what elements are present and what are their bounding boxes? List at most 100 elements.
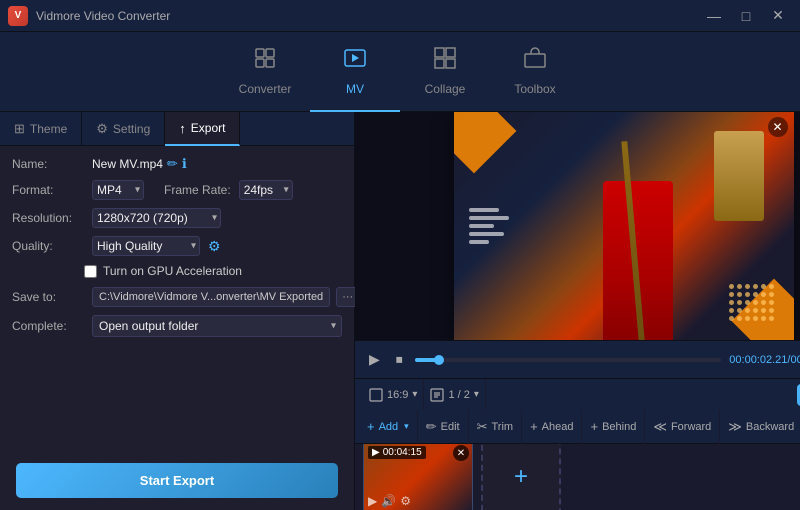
line-bar-1 [469, 208, 499, 212]
aspect-ratio-icon [369, 388, 383, 402]
left-panel: ⊞ Theme ⚙ Setting ↑ Export Name: New MV.… [0, 112, 355, 510]
dot-7 [737, 292, 742, 297]
trim-button[interactable]: ✂ Trim [469, 410, 523, 444]
tab-collage[interactable]: Collage [400, 32, 490, 112]
tab-toolbox[interactable]: Toolbox [490, 32, 580, 112]
dot-27 [753, 316, 758, 321]
titlebar-left: V Vidmore Video Converter [8, 6, 170, 26]
clip-play-icon[interactable]: ▶ [368, 494, 377, 508]
complete-label: Complete: [12, 319, 84, 333]
dot-11 [769, 292, 774, 297]
line-bar-5 [469, 240, 489, 244]
clip-sound-icon[interactable]: 🔊 [381, 494, 396, 508]
page-icon [430, 388, 444, 402]
framerate-label: Frame Rate: [164, 183, 231, 197]
format-select[interactable]: MP4 MOV AVI [92, 180, 144, 200]
collage-icon [433, 46, 457, 76]
add-clip-button[interactable]: + [481, 444, 561, 510]
add-button[interactable]: + Add ▾ [359, 410, 418, 444]
figure-bg [714, 131, 764, 221]
video-frame: ✕ [454, 112, 794, 340]
gpu-checkbox[interactable] [84, 265, 97, 278]
dot-18 [729, 308, 734, 313]
timeline-clip: ▶ 00:04:15 ✕ ▶ 🔊 ⚙ [363, 444, 473, 510]
quality-settings-button[interactable]: ⚙ [208, 238, 221, 255]
dot-19 [737, 308, 742, 313]
dot-26 [745, 316, 750, 321]
play-button[interactable]: ▶ [365, 349, 384, 370]
backward-button[interactable]: ≫ Backward [720, 410, 800, 444]
bottom-controls-bar: 16:9 ▾ 1 / 2 ▾ Start Export [355, 378, 800, 410]
maximize-button[interactable]: □ [732, 6, 760, 26]
line-bar-2 [469, 216, 509, 220]
tab-mv[interactable]: MV [310, 32, 400, 112]
quality-label: Quality: [12, 239, 84, 253]
subtab-theme[interactable]: ⊞ Theme [0, 112, 82, 146]
info-button[interactable]: ℹ [182, 156, 187, 172]
minimize-button[interactable]: — [700, 6, 728, 26]
dot-9 [753, 292, 758, 297]
quality-select[interactable]: High Quality Medium Quality Low Quality [92, 236, 200, 256]
titlebar-controls: — □ ✕ [700, 6, 792, 26]
close-button[interactable]: ✕ [764, 6, 792, 26]
resolution-label: Resolution: [12, 211, 84, 225]
format-row: Format: MP4 MOV AVI Frame Rate: 24fps 30… [12, 180, 342, 200]
dot-3 [753, 284, 758, 289]
aspect-ratio-control[interactable]: 16:9 ▾ [363, 379, 424, 411]
resolution-select[interactable]: 1280x720 (720p) 1920x1080 (1080p) 3840x2… [92, 208, 221, 228]
quality-row: Quality: High Quality Medium Quality Low… [12, 236, 342, 256]
resolution-select-wrapper: 1280x720 (720p) 1920x1080 (1080p) 3840x2… [92, 208, 221, 228]
timeline: + Add ▾ ✏ Edit ✂ Trim + Ahead + [355, 410, 800, 510]
app-icon: V [8, 6, 28, 26]
complete-row: Complete: Open output folder Do nothing [12, 315, 342, 337]
edit-name-button[interactable]: ✏ [167, 156, 178, 172]
dot-6 [729, 292, 734, 297]
tab-converter[interactable]: Converter [220, 32, 310, 112]
framerate-select[interactable]: 24fps 30fps 60fps [239, 180, 293, 200]
lines-pattern [469, 208, 509, 244]
dot-25 [737, 316, 742, 321]
forward-button[interactable]: ≪ Forward [645, 410, 720, 444]
start-export-button[interactable]: Start Export [16, 463, 338, 498]
saveto-input-group: C:\Vidmore\Vidmore V...onverter\MV Expor… [92, 286, 391, 307]
toolbox-icon [523, 46, 547, 76]
dot-16 [761, 300, 766, 305]
timeline-toolbar: + Add ▾ ✏ Edit ✂ Trim + Ahead + [355, 410, 800, 444]
complete-select[interactable]: Open output folder Do nothing [92, 315, 342, 337]
dot-5 [769, 284, 774, 289]
gpu-label: Turn on GPU Acceleration [103, 264, 242, 278]
forward-icon: ≪ [653, 419, 667, 435]
setting-gear-icon: ⚙ [96, 121, 108, 137]
video-close-button[interactable]: ✕ [768, 117, 788, 137]
format-select-wrapper: MP4 MOV AVI [92, 180, 144, 200]
corner-decoration-tl [454, 112, 516, 173]
ahead-icon: + [530, 419, 538, 434]
trim-icon: ✂ [477, 419, 488, 435]
subtab-export[interactable]: ↑ Export [165, 112, 240, 146]
settings-form: Name: New MV.mp4 ✏ ℹ Format: MP4 MOV AVI [0, 146, 354, 455]
stop-button[interactable]: ⏹ [392, 349, 407, 370]
subtab-setting[interactable]: ⚙ Setting [82, 112, 165, 146]
progress-bar[interactable] [415, 358, 722, 362]
ahead-button[interactable]: + Ahead [522, 410, 582, 444]
line-bar-3 [469, 224, 494, 228]
dot-12 [729, 300, 734, 305]
converter-label: Converter [239, 82, 292, 96]
dot-13 [737, 300, 742, 305]
clip-close-button[interactable]: ✕ [453, 445, 469, 461]
right-panel: ✕ ▶ ⏹ 00:00:02.21/00:04:15.12 🔊 16:9 [355, 112, 800, 510]
edit-button[interactable]: ✏ Edit [418, 410, 469, 444]
progress-thumb [434, 355, 444, 365]
behind-icon: + [590, 419, 598, 434]
time-display: 00:00:02.21/00:04:15.12 [729, 354, 800, 366]
mv-icon [343, 46, 367, 76]
dot-0 [729, 284, 734, 289]
behind-button[interactable]: + Behind [582, 410, 645, 444]
saveto-path: C:\Vidmore\Vidmore V...onverter\MV Expor… [92, 287, 330, 307]
dot-1 [737, 284, 742, 289]
quality-select-wrapper: High Quality Medium Quality Low Quality [92, 236, 200, 256]
clip-settings-icon[interactable]: ⚙ [400, 494, 411, 508]
timeline-content: ▶ 00:04:15 ✕ ▶ 🔊 ⚙ + [355, 444, 800, 510]
format-label: Format: [12, 183, 84, 197]
page-control[interactable]: 1 / 2 ▾ [424, 379, 485, 411]
